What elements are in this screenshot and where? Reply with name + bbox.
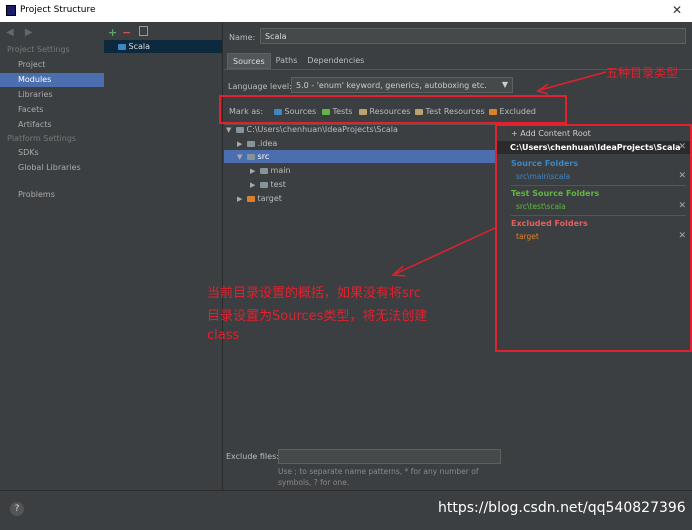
folder-icon: [247, 153, 255, 160]
exclude-files-hint: Use ; to separate name patterns, * for a…: [278, 467, 479, 487]
folder-icon: [236, 126, 244, 133]
chevron-right-icon: ▶: [250, 167, 256, 175]
annotation-line-3: class: [207, 328, 240, 343]
chevron-right-icon: ▶: [250, 181, 256, 189]
chevron-down-icon: ▼: [237, 153, 243, 161]
content-root-path: C:\Users\chenhuan\IdeaProjects\Scala ✕: [497, 141, 690, 154]
annotation-line-1: 当前目录设置的概括，如果没有将src: [207, 286, 421, 301]
tree-row-src[interactable]: ▼ src: [224, 150, 496, 163]
tree-row-test[interactable]: ▶ test: [224, 178, 496, 191]
test-source-folder-item[interactable]: src\test\scala: [516, 202, 566, 211]
source-folders-header: Source Folders: [511, 159, 579, 168]
help-button[interactable]: ?: [10, 502, 24, 516]
tree-row-target[interactable]: ▶ target: [224, 192, 496, 205]
excluded-folder-item[interactable]: target: [516, 232, 539, 241]
content-root-panel: + Add Content Root C:\Users\chenhuan\Ide…: [495, 124, 692, 352]
tree-row-root[interactable]: ▼ C:\Users\chenhuan\IdeaProjects\Scala: [224, 123, 496, 136]
watermark: https://blog.csdn.net/qq540827396: [438, 500, 686, 516]
tree-row-main[interactable]: ▶ main: [224, 164, 496, 177]
test-source-folders-header: Test Source Folders: [511, 189, 600, 198]
tree-row-idea[interactable]: ▶ .idea: [224, 137, 496, 150]
exclude-files-input[interactable]: [278, 449, 501, 464]
remove-excluded-icon[interactable]: ✕: [678, 231, 686, 241]
excluded-folders-header: Excluded Folders: [511, 219, 588, 228]
source-folder-item[interactable]: src\main\scala: [516, 172, 570, 181]
add-content-root-button[interactable]: + Add Content Root: [511, 129, 591, 138]
annotation-five-types: 五种目录类型: [606, 66, 679, 80]
folder-icon: [260, 167, 268, 174]
divider: [511, 215, 686, 216]
divider: [511, 185, 686, 186]
annotation-line-2: 目录设置为Sources类型，将无法创建: [207, 309, 428, 324]
remove-root-icon[interactable]: ✕: [678, 141, 686, 154]
chevron-down-icon: ▼: [226, 126, 232, 134]
chevron-right-icon: ▶: [237, 195, 243, 203]
remove-test-source-icon[interactable]: ✕: [678, 201, 686, 211]
folder-icon: [260, 181, 268, 188]
excluded-folder-icon: [247, 195, 255, 202]
folder-icon: [247, 140, 255, 147]
remove-source-icon[interactable]: ✕: [678, 171, 686, 181]
exclude-files-label: Exclude files:: [226, 452, 279, 461]
